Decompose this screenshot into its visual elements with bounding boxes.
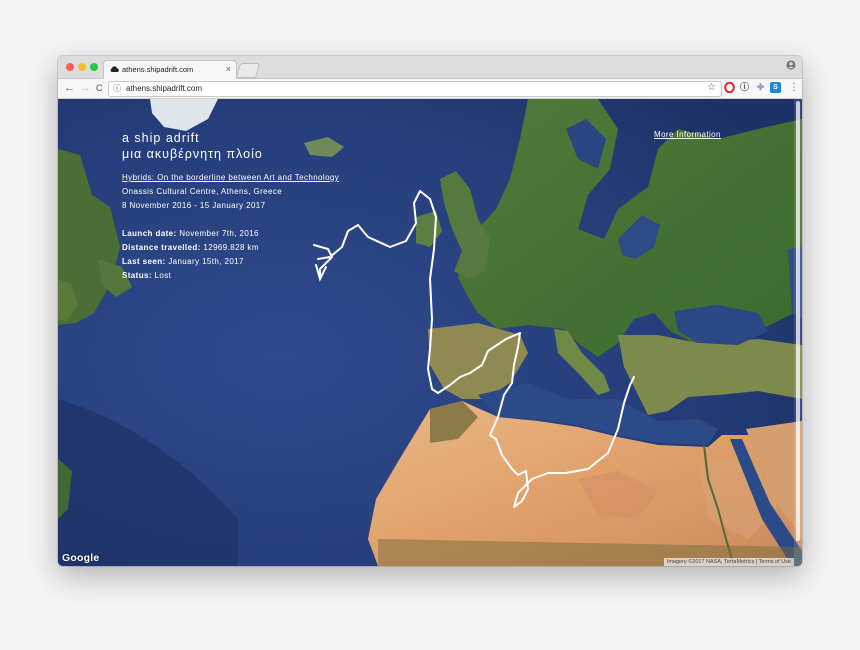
stat-value: January 15th, 2017	[168, 257, 244, 266]
stat-label: Status:	[122, 271, 152, 280]
minimize-window-button[interactable]	[78, 63, 86, 71]
s-extension-icon[interactable]: S	[770, 82, 781, 93]
stat-value: 12969.828 km	[203, 243, 259, 252]
map-viewport[interactable]: a ship adrift μια ακυβέρνητη πλοίο Hybri…	[58, 99, 802, 566]
stat-last-seen: Last seen: January 15th, 2017	[122, 257, 244, 266]
menu-icon[interactable]: ⋮	[789, 81, 799, 95]
address-bar[interactable]: ⓘ athens.shipadrift.com ☆	[108, 81, 722, 97]
satellite-map[interactable]	[58, 99, 802, 566]
stat-value: Lost	[154, 271, 172, 280]
new-tab-button[interactable]	[235, 63, 261, 78]
tab-bar: athens.shipadrift.com ×	[58, 56, 802, 80]
dates-text: 8 November 2016 - 15 January 2017	[122, 201, 266, 210]
stat-launch-date: Launch date: November 7th, 2016	[122, 229, 259, 238]
google-logo[interactable]: Google	[62, 552, 99, 564]
scrollbar[interactable]	[794, 99, 802, 566]
map-attribution[interactable]: Imagery ©2017 NASA, TerraMetrics | Terms…	[663, 558, 794, 566]
exhibition-link[interactable]: Hybrids: On the borderline between Art a…	[122, 173, 339, 182]
more-information-link[interactable]: More Information	[654, 130, 721, 139]
tab-close-icon[interactable]: ×	[226, 64, 231, 74]
stat-label: Last seen:	[122, 257, 166, 266]
stat-value: November 7th, 2016	[179, 229, 259, 238]
bookmark-star-icon[interactable]: ☆	[707, 82, 716, 93]
reload-button[interactable]: C	[96, 81, 103, 95]
stat-label: Distance travelled:	[122, 243, 201, 252]
back-button[interactable]: ←	[64, 81, 75, 95]
tab-title: athens.shipadrift.com	[122, 65, 194, 74]
opera-icon[interactable]	[724, 81, 735, 94]
info-icon[interactable]: ⓘ	[113, 83, 121, 94]
tab-active[interactable]: athens.shipadrift.com ×	[103, 60, 237, 80]
puzzle-extension-icon[interactable]: ✚	[755, 82, 766, 93]
url-text[interactable]: athens.shipadrift.com	[126, 84, 202, 93]
info-extension-icon[interactable]: ⓘ	[739, 82, 750, 93]
stat-distance: Distance travelled: 12969.828 km	[122, 243, 259, 252]
close-window-button[interactable]	[66, 63, 74, 71]
page-title-greek: μια ακυβέρνητη πλοίο	[122, 147, 263, 161]
profile-icon[interactable]	[786, 60, 796, 70]
scrollbar-thumb[interactable]	[796, 101, 800, 541]
stat-label: Launch date:	[122, 229, 177, 238]
stat-status: Status: Lost	[122, 271, 171, 280]
cloud-icon	[110, 66, 119, 72]
forward-button[interactable]: →	[80, 81, 91, 95]
zoom-window-button[interactable]	[90, 63, 98, 71]
toolbar: ← → C ⓘ athens.shipadrift.com ☆ ⓘ ✚ S ⋮	[58, 79, 802, 99]
browser-window: athens.shipadrift.com × ← → C ⓘ athens.s…	[58, 56, 802, 566]
venue-text: Onassis Cultural Centre, Athens, Greece	[122, 187, 283, 196]
page-title: a ship adrift	[122, 131, 200, 145]
